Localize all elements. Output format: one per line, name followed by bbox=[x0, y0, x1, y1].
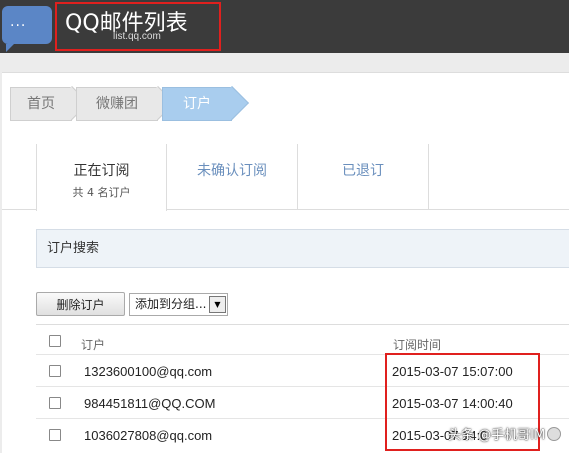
tab-unconfirmed[interactable]: 未确认订阅 bbox=[167, 144, 298, 210]
dropdown-arrow-icon[interactable]: ▼ bbox=[209, 296, 226, 313]
watermark: 头条 @手机哥IM bbox=[448, 424, 562, 443]
subscriber-count: 共 4 名订户 bbox=[72, 186, 131, 199]
subscriber-email: 1323600100@qq.com bbox=[84, 364, 213, 379]
row-checkbox[interactable] bbox=[49, 429, 61, 441]
row-checkbox[interactable] bbox=[49, 397, 61, 409]
app-subtitle: list.qq.com bbox=[113, 31, 161, 42]
brand[interactable]: QQ邮件列表 list.qq.com bbox=[55, 2, 221, 51]
breadcrumb-label: 订户 bbox=[183, 96, 211, 112]
subscribe-time: 2015-03-07 14:00:40 bbox=[392, 396, 513, 411]
chat-bubble-logo-icon: ··· bbox=[2, 6, 52, 52]
watermark-text: 头条 @手机哥IM bbox=[448, 428, 546, 443]
select-all-checkbox[interactable] bbox=[49, 335, 61, 347]
breadcrumb-home[interactable]: 首页 bbox=[10, 86, 89, 121]
tab-subscribed[interactable]: 正在订阅 共 4 名订户 bbox=[36, 144, 167, 211]
breadcrumb-group[interactable]: 微赚团 bbox=[76, 86, 175, 121]
table-header: 订户 订阅时间 bbox=[36, 324, 569, 354]
search-label: 订户搜索 bbox=[47, 241, 100, 256]
subscriber-search-bar[interactable]: 订户搜索 bbox=[36, 229, 569, 268]
row-checkbox[interactable] bbox=[49, 365, 61, 377]
add-to-group-select[interactable]: 添加到分组... ▼ bbox=[129, 293, 228, 316]
breadcrumb-label: 微赚团 bbox=[96, 96, 138, 112]
logo-dots: ··· bbox=[10, 18, 27, 34]
tab-label: 正在订阅 bbox=[73, 163, 130, 179]
tab-label: 未确认订阅 bbox=[197, 163, 267, 179]
delete-subscriber-button[interactable]: 删除订户 bbox=[36, 292, 125, 316]
group-select-value: 添加到分组... bbox=[135, 297, 207, 311]
tab-label: 已退订 bbox=[342, 163, 384, 179]
column-header-subscribe-time: 订阅时间 bbox=[393, 338, 442, 352]
subscription-tabs: 正在订阅 共 4 名订户 未确认订阅 已退订 bbox=[2, 144, 569, 211]
subscribe-time: 2015-03-07 15:07:00 bbox=[392, 364, 513, 379]
table-row[interactable]: 1323600100@qq.com 2015-03-07 15:07:00 bbox=[36, 354, 569, 386]
main-content: 首页 微赚团 订户 正在订阅 共 4 名订户 未确认订阅 已退订 订户搜索 删除… bbox=[2, 72, 569, 453]
breadcrumb-subscribers[interactable]: 订户 bbox=[162, 86, 249, 121]
tab-unsubscribed[interactable]: 已退订 bbox=[298, 144, 429, 210]
column-header-subscriber: 订户 bbox=[81, 338, 106, 352]
watermark-logo-icon bbox=[547, 427, 562, 441]
top-bar: ··· QQ邮件列表 list.qq.com bbox=[0, 0, 569, 53]
breadcrumb-label: 首页 bbox=[27, 96, 55, 112]
table-row[interactable]: 984451811@QQ.COM 2015-03-07 14:00:40 bbox=[36, 386, 569, 418]
subscriber-email: 1036027808@qq.com bbox=[84, 428, 213, 443]
subscriber-email: 984451811@QQ.COM bbox=[84, 396, 216, 411]
